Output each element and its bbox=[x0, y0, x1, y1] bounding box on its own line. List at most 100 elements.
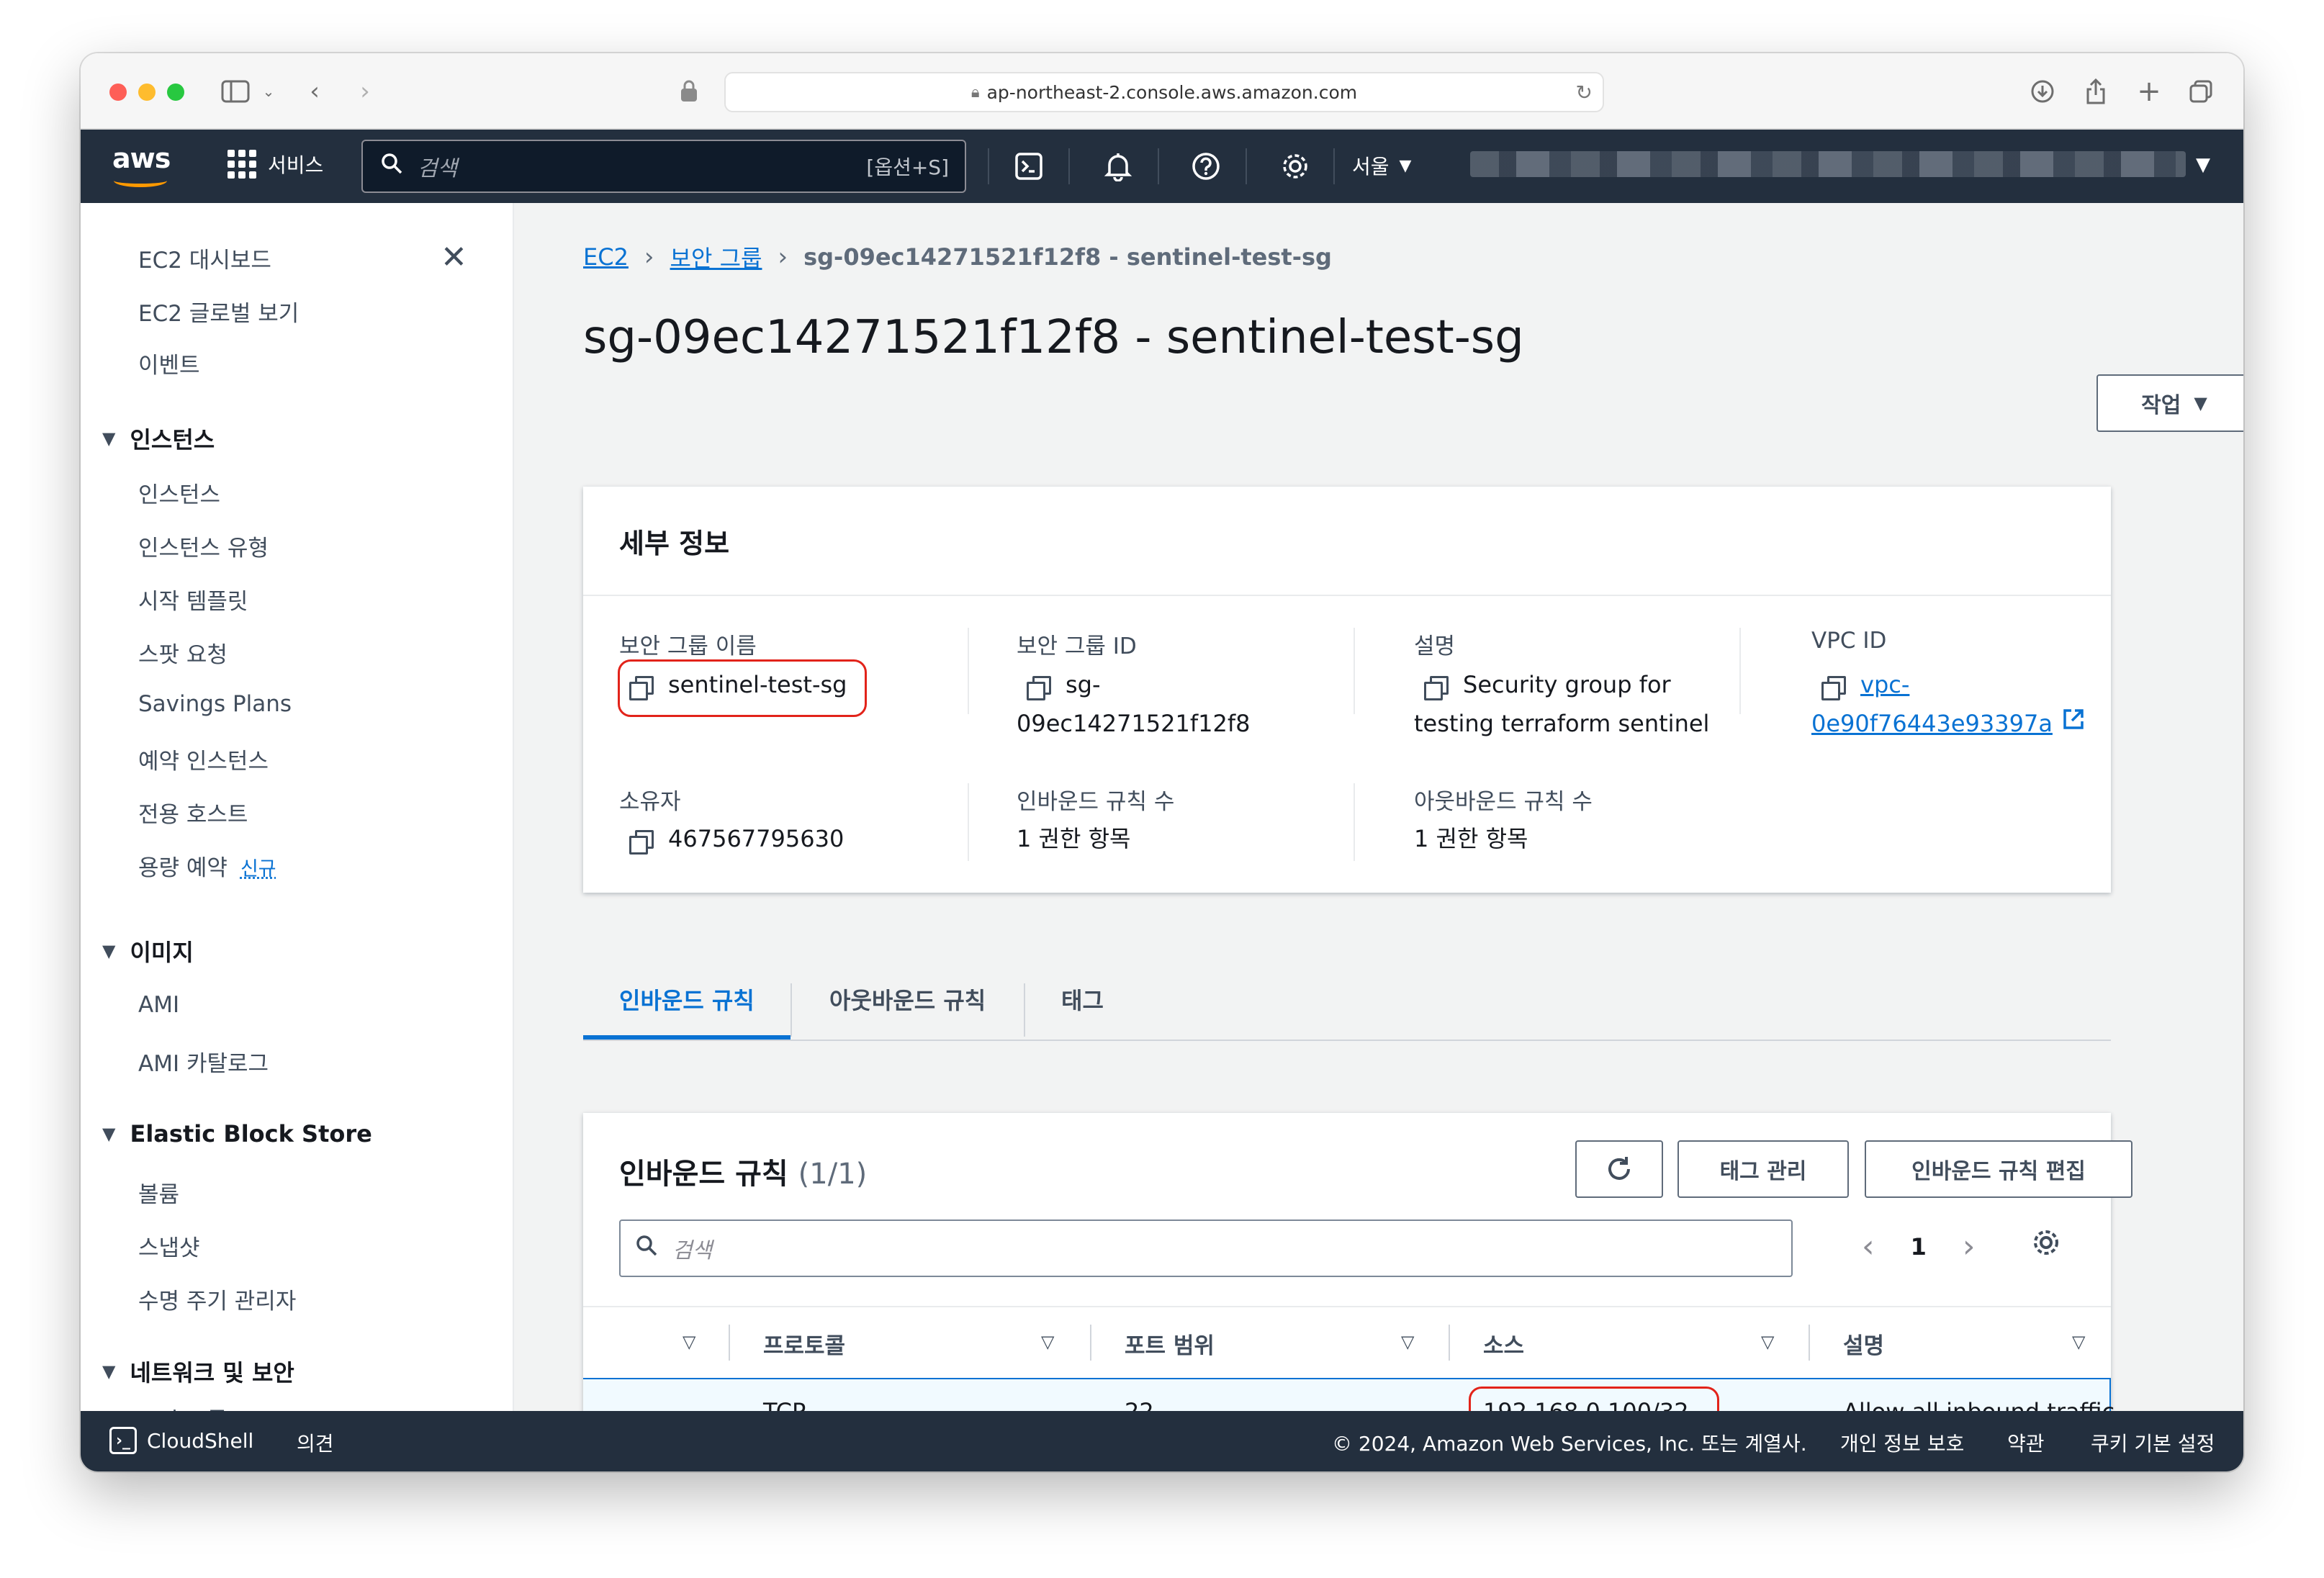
address-bar[interactable]: 🔒︎ ap-northeast-2.console.aws.amazon.com… bbox=[724, 72, 1604, 112]
column-header-protocol[interactable]: 프로토콜 bbox=[763, 1327, 845, 1360]
share-icon[interactable] bbox=[2078, 73, 2114, 109]
tabs-overview-icon[interactable] bbox=[2183, 73, 2219, 109]
feedback-link[interactable]: 의견 bbox=[297, 1428, 334, 1457]
sort-caret-icon[interactable]: ▽ bbox=[1401, 1332, 1414, 1352]
sidebar-item-ami-catalog[interactable]: AMI 카탈로그 bbox=[138, 1045, 269, 1078]
column-header-source[interactable]: 소스 bbox=[1483, 1327, 1524, 1360]
next-page-icon[interactable]: › bbox=[1963, 1228, 1976, 1265]
search-shortcut: [옵션+S] bbox=[866, 155, 949, 179]
privacy-icon[interactable] bbox=[671, 73, 707, 109]
new-tab-icon[interactable]: + bbox=[2131, 73, 2167, 109]
reload-icon[interactable]: ↻ bbox=[1576, 81, 1593, 104]
sidebar-item-capacity-reservations[interactable]: 용량 예약 신규 bbox=[138, 849, 276, 882]
services-menu[interactable]: 서비스 bbox=[228, 150, 323, 179]
copy-icon[interactable] bbox=[629, 830, 654, 855]
cookie-preferences-link[interactable]: 쿠키 기본 설정 bbox=[2091, 1428, 2215, 1457]
actions-dropdown-button[interactable]: 작업 ▼ bbox=[2096, 374, 2243, 432]
settings-gear-icon[interactable] bbox=[1276, 147, 1315, 186]
owner-label: 소유자 bbox=[619, 789, 681, 815]
account-menu-redacted[interactable] bbox=[1470, 151, 2186, 177]
vpc-id-link-line1[interactable]: vpc- bbox=[1860, 671, 1909, 698]
sort-caret-icon[interactable]: ▽ bbox=[683, 1332, 695, 1352]
sidebar-item-security-groups[interactable]: 보안 그룹 bbox=[138, 1402, 228, 1411]
download-icon[interactable] bbox=[2025, 73, 2060, 109]
previous-page-icon[interactable]: ‹ bbox=[1862, 1228, 1875, 1265]
aws-top-navigation: aws 서비스 검색 [옵션+S] 서울 ▼ ▼ bbox=[81, 130, 2243, 203]
column-header-description[interactable]: 설명 bbox=[1843, 1327, 1884, 1360]
sidebar-item-spot-requests[interactable]: 스팟 요청 bbox=[138, 636, 228, 669]
vpc-id-link[interactable]: 0e90f76443e93397a bbox=[1811, 704, 2086, 744]
refresh-button[interactable] bbox=[1575, 1140, 1663, 1198]
nav-divider bbox=[1158, 148, 1159, 184]
aws-logo[interactable]: aws bbox=[112, 143, 177, 187]
sidebar-item-instances[interactable]: 인스턴스 bbox=[138, 477, 220, 509]
caret-down-icon[interactable]: ▼ bbox=[2196, 154, 2210, 176]
sidebar-item-snapshots[interactable]: 스냅샷 bbox=[138, 1230, 200, 1262]
sidebar-section-images[interactable]: ▼ 이미지 bbox=[102, 934, 194, 968]
sidebar-item-ami[interactable]: AMI bbox=[138, 992, 179, 1018]
back-icon[interactable]: ‹ bbox=[297, 73, 333, 109]
cloudshell-button[interactable]: ›_ CloudShell bbox=[109, 1427, 253, 1454]
grid-menu-icon bbox=[228, 150, 256, 179]
inbound-rules-title: 인바운드 규칙 (1/1) bbox=[619, 1150, 867, 1192]
terms-link[interactable]: 약관 bbox=[2007, 1428, 2045, 1457]
sidebar-item-ec2-global-view[interactable]: EC2 글로벌 보기 bbox=[138, 295, 299, 328]
chevron-down-icon[interactable]: ⌄ bbox=[251, 73, 287, 109]
sg-id-line2: 09ec14271521f12f8 bbox=[1017, 710, 1251, 737]
current-page[interactable]: 1 bbox=[1911, 1233, 1927, 1261]
sidebar-item-lifecycle-manager[interactable]: 수명 주기 관리자 bbox=[138, 1283, 296, 1315]
rules-search-input[interactable]: 검색 bbox=[619, 1219, 1793, 1277]
sidebar-section-network-security[interactable]: ▼ 네트워크 및 보안 bbox=[102, 1355, 294, 1388]
sidebar-item-volumes[interactable]: 볼륨 bbox=[138, 1176, 179, 1209]
minimize-window-button[interactable] bbox=[138, 84, 156, 101]
vpc-id-link-line2[interactable]: 0e90f76443e93397a bbox=[1811, 710, 2053, 737]
sidebar-item-ec2-dashboard[interactable]: EC2 대시보드 bbox=[138, 242, 271, 274]
sidebar-item-instance-types[interactable]: 인스턴스 유형 bbox=[138, 530, 269, 562]
tab-inbound-rules[interactable]: 인바운드 규칙 bbox=[619, 959, 755, 1040]
copy-icon[interactable] bbox=[1424, 676, 1449, 700]
notifications-bell-icon[interactable] bbox=[1099, 147, 1138, 186]
aws-logo-text: aws bbox=[112, 143, 171, 174]
table-preferences-gear-icon[interactable] bbox=[2030, 1227, 2062, 1266]
page-title: sg-09ec14271521f12f8 - sentinel-test-sg bbox=[583, 311, 1524, 364]
privacy-link[interactable]: 개인 정보 보호 bbox=[1840, 1428, 1964, 1457]
sort-caret-icon[interactable]: ▽ bbox=[1761, 1332, 1774, 1352]
help-icon[interactable] bbox=[1186, 147, 1225, 186]
search-placeholder: 검색 bbox=[418, 156, 458, 181]
sidebar-section-instances[interactable]: ▼ 인스턴스 bbox=[102, 422, 215, 455]
sidebar-item-dedicated-hosts[interactable]: 전용 호스트 bbox=[138, 796, 248, 829]
sidebar-item-launch-templates[interactable]: 시작 템플릿 bbox=[138, 583, 248, 616]
rules-count: (1/1) bbox=[798, 1158, 868, 1191]
edit-inbound-rules-button[interactable]: 인바운드 규칙 편집 bbox=[1865, 1140, 2132, 1198]
sidebar-item-events[interactable]: 이벤트 bbox=[138, 347, 200, 379]
breadcrumb-ec2-link[interactable]: EC2 bbox=[583, 243, 629, 271]
global-search-input[interactable]: 검색 [옵션+S] bbox=[361, 140, 966, 193]
breadcrumb-security-groups-link[interactable]: 보안 그룹 bbox=[670, 240, 762, 274]
sidebar-item-savings-plans[interactable]: Savings Plans bbox=[138, 691, 292, 717]
sort-caret-icon[interactable]: ▽ bbox=[1041, 1332, 1054, 1352]
column-divider bbox=[968, 628, 969, 714]
table-row[interactable]: TCP 22 192.168.0.100/32 Allow all inboun… bbox=[583, 1378, 2114, 1411]
close-window-button[interactable] bbox=[109, 84, 127, 101]
zoom-window-button[interactable] bbox=[167, 84, 184, 101]
inbound-count-label: 인바운드 규칙 수 bbox=[1017, 789, 1175, 815]
sidebar-item-reserved-instances[interactable]: 예약 인스턴스 bbox=[138, 743, 269, 775]
owner-value: 467567795630 bbox=[629, 819, 844, 858]
region-selector[interactable]: 서울 ▼ bbox=[1352, 151, 1411, 180]
services-label: 서비스 bbox=[268, 153, 324, 177]
copy-icon[interactable] bbox=[1821, 676, 1846, 700]
tab-tags[interactable]: 태그 bbox=[1061, 959, 1104, 1040]
manage-tags-button[interactable]: 태그 관리 bbox=[1677, 1140, 1849, 1198]
forward-icon[interactable]: › bbox=[347, 73, 383, 109]
close-icon[interactable]: ✕ bbox=[441, 239, 467, 276]
sidebar-section-ebs[interactable]: ▼ Elastic Block Store bbox=[102, 1120, 372, 1148]
sidebar-icon[interactable] bbox=[217, 73, 253, 109]
copy-icon[interactable] bbox=[1027, 676, 1051, 700]
column-header-port-range[interactable]: 포트 범위 bbox=[1125, 1327, 1215, 1360]
column-divider bbox=[968, 783, 969, 861]
section-title: Elastic Block Store bbox=[130, 1120, 372, 1148]
sg-name-label: 보안 그룹 이름 bbox=[619, 634, 757, 659]
sort-caret-icon[interactable]: ▽ bbox=[2072, 1332, 2085, 1352]
tab-outbound-rules[interactable]: 아웃바운드 규칙 bbox=[829, 959, 986, 1040]
cloudshell-icon[interactable] bbox=[1009, 147, 1048, 186]
